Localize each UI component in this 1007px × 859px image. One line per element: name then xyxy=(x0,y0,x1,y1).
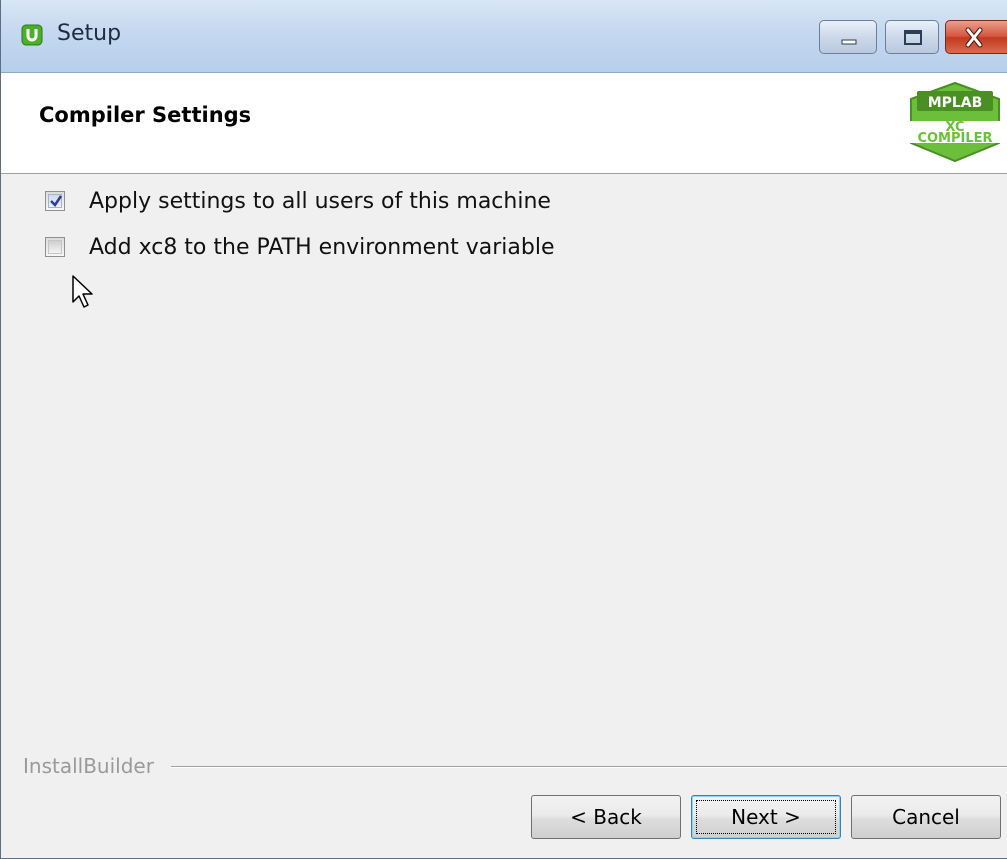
setup-window: Setup Compiler Settings MPLAB XC COMPILE… xyxy=(0,0,1007,859)
add-to-path-checkbox[interactable] xyxy=(45,237,65,257)
settings-panel: Apply settings to all users of this mach… xyxy=(1,174,1007,744)
maximize-icon xyxy=(904,30,922,45)
minimize-button[interactable] xyxy=(819,20,877,54)
add-to-path-label[interactable]: Add xc8 to the PATH environment variable xyxy=(89,235,555,260)
back-button[interactable]: < Back xyxy=(531,795,681,839)
mplab-xc-compiler-logo: MPLAB XC COMPILER xyxy=(903,81,1007,163)
wizard-footer: InstallBuilder < Back Next > Cancel xyxy=(1,744,1007,858)
apply-all-users-checkbox[interactable] xyxy=(45,191,65,211)
page-title: Compiler Settings xyxy=(39,103,252,127)
close-icon xyxy=(965,27,983,48)
back-button-label: < Back xyxy=(570,805,642,829)
checkmark-icon xyxy=(50,195,63,207)
maximize-button[interactable] xyxy=(885,20,939,54)
cancel-button-label: Cancel xyxy=(892,805,960,829)
apply-all-users-label[interactable]: Apply settings to all users of this mach… xyxy=(89,189,551,214)
option-apply-all-users[interactable]: Apply settings to all users of this mach… xyxy=(45,186,551,216)
focus-indicator xyxy=(696,800,836,834)
logo-top-text: MPLAB xyxy=(928,95,983,111)
window-title: Setup xyxy=(57,21,122,46)
minimize-icon xyxy=(841,39,857,45)
next-button[interactable]: Next > xyxy=(691,795,841,839)
close-button[interactable] xyxy=(945,20,1007,54)
option-add-to-path[interactable]: Add xc8 to the PATH environment variable xyxy=(45,232,555,262)
wizard-header: Compiler Settings MPLAB XC COMPILER xyxy=(1,73,1007,174)
installbuilder-label: InstallBuilder xyxy=(23,754,164,778)
logo-bottom-text: COMPILER xyxy=(917,131,992,146)
cancel-button[interactable]: Cancel xyxy=(851,795,1001,839)
installbuilder-app-icon xyxy=(21,24,43,46)
mouse-cursor-icon xyxy=(72,275,93,308)
footer-divider xyxy=(171,766,1007,768)
title-bar[interactable]: Setup xyxy=(1,0,1007,73)
